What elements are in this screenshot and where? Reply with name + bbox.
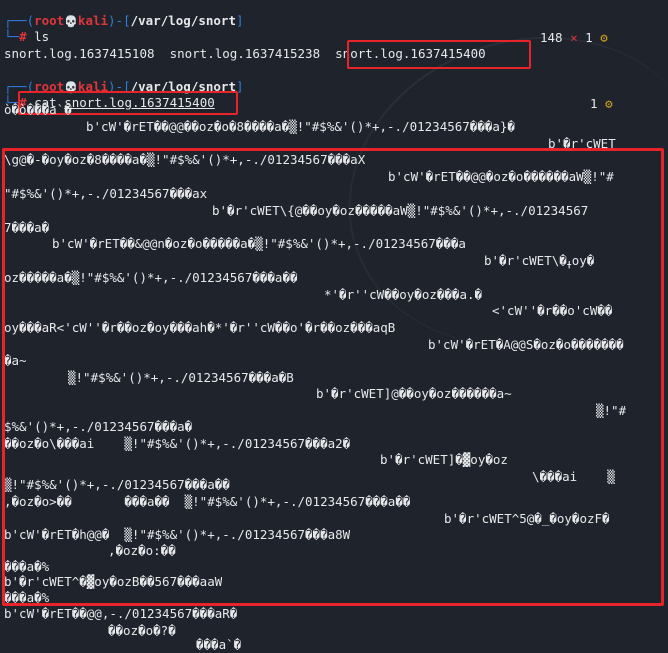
prompt-frame-mid: )-[ xyxy=(108,13,131,28)
prompt-host: kali xyxy=(77,13,109,28)
highlight-box-output xyxy=(2,148,664,606)
prompt-corner: └─ xyxy=(4,29,20,44)
exit-code: 1 xyxy=(590,96,598,111)
highlight-box-file xyxy=(347,40,531,69)
status-indicator-2: 1 ⚙ xyxy=(590,96,613,112)
error-x-icon: ✕ xyxy=(570,30,578,45)
status-count: 148 xyxy=(540,30,563,45)
prompt-hash: # xyxy=(19,29,27,44)
file-name[interactable]: snort.log.1637415108 xyxy=(4,46,155,61)
command-text: ls xyxy=(34,29,50,44)
exit-code: 1 xyxy=(585,30,593,45)
output-line: ò�ò���a`� xyxy=(4,102,72,117)
prompt-frame-end: ] xyxy=(235,13,244,28)
prompt-line-1: ┌──(root💀kali)-[/var/log/snort] xyxy=(4,13,244,30)
command-line-1[interactable]: └─# ls xyxy=(4,29,49,45)
output-line: ��oz�o�?� xyxy=(108,623,176,638)
prompt-frame: ┌──( xyxy=(4,13,35,28)
output-line: b'cW'�rET��@@,-./01234567���aR� xyxy=(4,606,238,621)
output-line: b'cW'�rET��@@��oz�o�8����a�▒!"#$%&'()*+,… xyxy=(86,119,515,134)
status-indicator-1: 148 ✕ 1 ⚙ xyxy=(540,30,608,46)
output-line: ���a`� xyxy=(196,637,242,652)
file-name[interactable]: snort.log.1637415238 xyxy=(170,46,321,61)
prompt-user: root xyxy=(34,13,65,28)
gear-icon: ⚙ xyxy=(605,96,613,111)
skull-icon: 💀 xyxy=(64,15,78,28)
gear-icon: ⚙ xyxy=(600,30,608,45)
prompt-path: /var/log/snort xyxy=(130,13,236,28)
